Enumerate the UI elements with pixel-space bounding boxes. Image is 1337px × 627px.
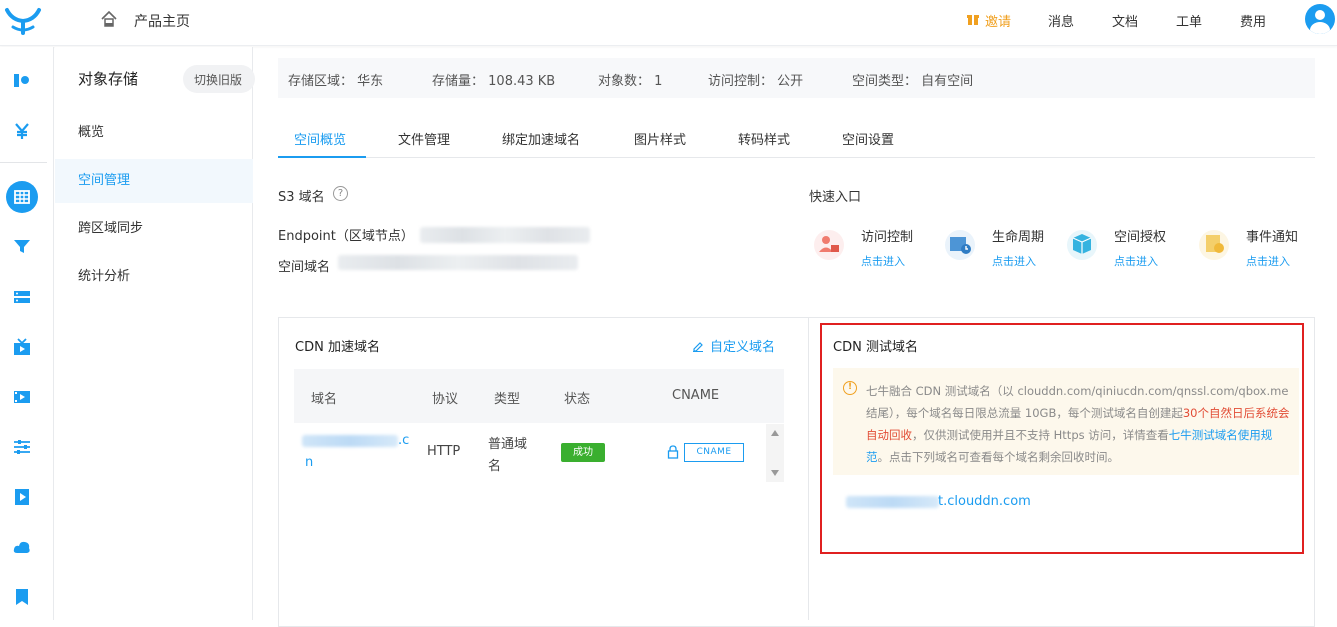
top-bar: 产品主页 邀请 消息 文档 工单 费用: [0, 0, 1337, 46]
tab-image-styles[interactable]: 图片样式: [634, 129, 686, 148]
card-divider: [808, 318, 809, 620]
endpoint-label: Endpoint（区域节点）: [278, 229, 414, 244]
object-storage-rail-item[interactable]: [6, 181, 38, 213]
home-icon[interactable]: [100, 10, 118, 28]
sidebar-item-overview[interactable]: 概览: [55, 111, 253, 155]
sidebar-item-cross-region-sync[interactable]: 跨区域同步: [55, 207, 253, 251]
video-film-icon[interactable]: [13, 388, 31, 406]
bucket-domain-value-redacted: [338, 255, 578, 270]
info-object-count: 对象数： 1: [598, 74, 663, 89]
quick-access-control-link[interactable]: 点击进入: [861, 253, 905, 269]
warning-icon: !: [843, 381, 857, 395]
cloud-icon[interactable]: [13, 538, 31, 556]
cdn-domain-tail-wrap[interactable]: n: [305, 455, 313, 470]
tab-bucket-settings[interactable]: 空间设置: [842, 129, 894, 148]
sidebar-item-statistics[interactable]: 统计分析: [55, 255, 253, 299]
scroll-down-icon[interactable]: [771, 470, 779, 476]
media-play-icon[interactable]: [13, 488, 31, 506]
info-bucket-type: 空间类型： 自有空间: [852, 74, 974, 89]
event-notification-icon: [1199, 230, 1229, 260]
storage-grid-icon: [14, 190, 30, 204]
bucket-domain-label: 空间域名: [278, 260, 331, 275]
product-home-link[interactable]: 产品主页: [134, 11, 190, 31]
object-storage-sidebar: 对象存储 切换旧版 概览 空间管理 跨区域同步 统计分析: [55, 47, 255, 620]
dashboard-icon[interactable]: [13, 71, 31, 89]
product-icon-rail: [0, 47, 54, 620]
billing-link[interactable]: 费用: [1240, 11, 1266, 30]
invite-link[interactable]: 邀请: [985, 11, 1011, 30]
scroll-up-icon[interactable]: [771, 430, 779, 436]
active-tab-indicator: [278, 156, 366, 158]
tab-bind-domain[interactable]: 绑定加速域名: [502, 129, 580, 148]
quick-event-notification-link[interactable]: 点击进入: [1246, 253, 1290, 269]
cdn-domain-redacted[interactable]: [302, 435, 398, 447]
sliders-icon[interactable]: [13, 438, 31, 456]
sidebar-title: 对象存储: [78, 70, 139, 88]
col-type: 类型: [494, 392, 521, 407]
test-domain-link[interactable]: t.clouddn.com: [938, 494, 1031, 509]
tickets-link[interactable]: 工单: [1176, 11, 1202, 30]
server-icon[interactable]: [13, 288, 31, 306]
switch-old-version-button[interactable]: 切换旧版: [183, 65, 255, 93]
quick-entry-title: 快速入口: [809, 190, 862, 205]
messages-link[interactable]: 消息: [1048, 11, 1074, 30]
live-tv-icon[interactable]: [13, 338, 31, 356]
billing-yuan-icon[interactable]: [13, 122, 31, 140]
quick-authorization-link[interactable]: 点击进入: [1114, 253, 1158, 269]
cdn-domain-tail[interactable]: .c: [398, 433, 409, 448]
cdn-type: 普通域: [488, 437, 528, 452]
access-control-icon: [814, 230, 844, 260]
cdn-type-wrap: 名: [488, 459, 502, 474]
status-badge: 成功: [561, 443, 605, 462]
info-storage-size: 存储量： 108.43 KB: [432, 74, 556, 89]
test-domain-notice-text: 七牛融合 CDN 测试域名（以 clouddn.com/qiniucdn.com…: [866, 384, 1290, 464]
col-protocol: 协议: [432, 392, 459, 407]
sidebar-item-bucket-management[interactable]: 空间管理: [55, 159, 253, 203]
gift-icon: [967, 15, 979, 25]
docs-link[interactable]: 文档: [1112, 11, 1138, 30]
cdn-domain-title: CDN 加速域名: [295, 340, 380, 355]
tab-transcode-styles[interactable]: 转码样式: [738, 129, 790, 148]
custom-domain-link[interactable]: 自定义域名: [692, 336, 775, 355]
col-cname: CNAME: [672, 388, 720, 403]
s3-domain-title: S3 域名: [278, 190, 325, 205]
edit-icon: [693, 342, 703, 352]
info-region: 存储区域： 华东: [288, 74, 384, 89]
help-icon[interactable]: ?: [333, 186, 348, 201]
quick-access-control-label: 访问控制: [861, 230, 914, 245]
endpoint-value-redacted: [420, 227, 590, 243]
quick-authorization-label: 空间授权: [1114, 230, 1167, 245]
cname-button[interactable]: CNAME: [684, 443, 744, 462]
tab-file-management[interactable]: 文件管理: [398, 129, 450, 148]
quick-lifecycle-link[interactable]: 点击进入: [992, 253, 1036, 269]
lock-icon: [667, 445, 679, 459]
bucket-authorization-icon: [1067, 230, 1097, 260]
qiniu-logo-icon[interactable]: [4, 6, 42, 36]
quick-lifecycle-label: 生命周期: [992, 230, 1045, 245]
quick-event-notification-label: 事件通知: [1246, 230, 1299, 245]
bookmark-icon[interactable]: [13, 588, 31, 606]
test-domain-title: CDN 测试域名: [833, 340, 918, 355]
col-domain: 域名: [311, 392, 338, 407]
test-domain-redacted[interactable]: [846, 496, 939, 508]
cdn-funnel-icon[interactable]: [13, 237, 31, 255]
user-avatar[interactable]: [1305, 4, 1335, 34]
tab-bucket-overview[interactable]: 空间概览: [294, 129, 346, 148]
lifecycle-icon: [945, 230, 975, 260]
cdn-protocol: HTTP: [427, 444, 461, 459]
col-status: 状态: [564, 392, 591, 407]
table-scrollbar[interactable]: [766, 424, 784, 482]
info-access-control: 访问控制： 公开: [708, 74, 804, 89]
